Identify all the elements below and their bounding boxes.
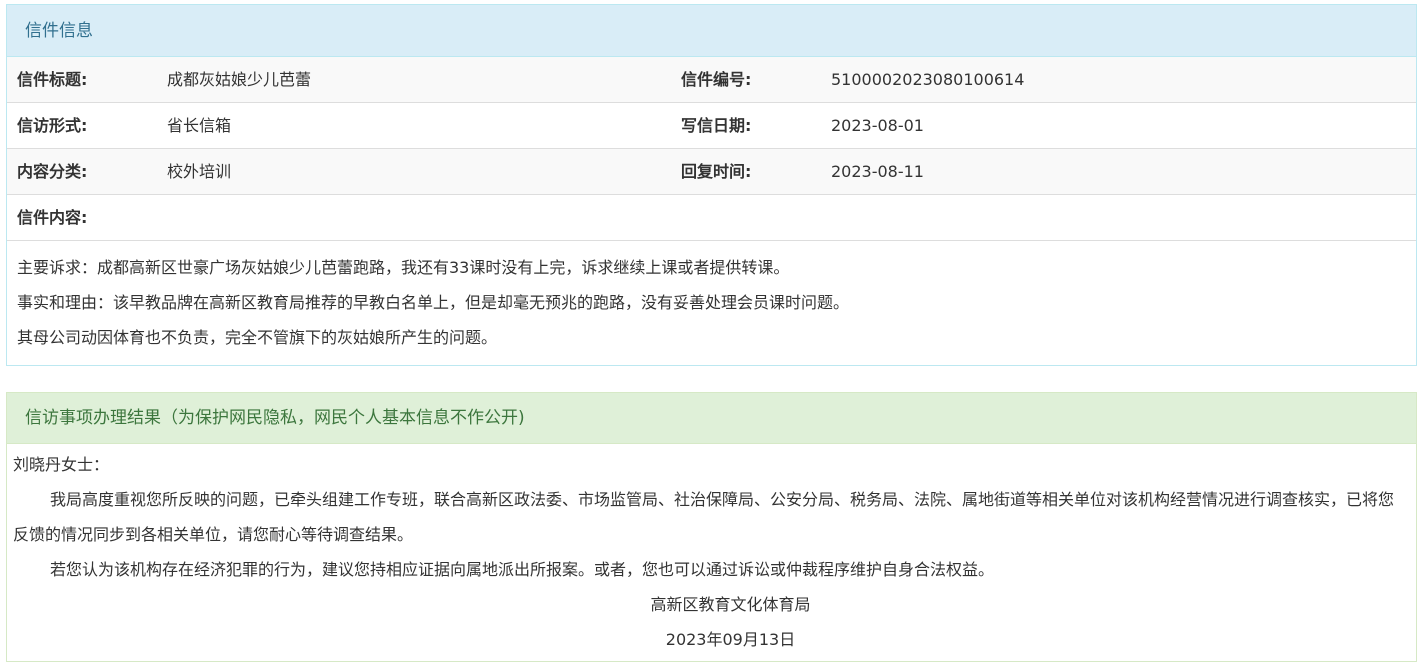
- content-line: 其母公司动因体育也不负责，完全不管旗下的灰姑娘所产生的问题。: [17, 328, 498, 347]
- letter-info-panel: 信件信息 信件标题: 成都灰姑娘少儿芭蕾 信件编号: 5100002023080…: [6, 4, 1417, 366]
- letter-content-body: 主要诉求：成都高新区世豪广场灰姑娘少儿芭蕾跑路，我还有33课时没有上完，诉求继续…: [7, 241, 1416, 355]
- table-row: 内容分类: 校外培训 回复时间: 2023-08-11: [7, 149, 1416, 195]
- table-row: 信件内容:: [7, 195, 1416, 241]
- result-panel: 信访事项办理结果（为保护网民隐私，网民个人基本信息不作公开) 刘晓丹女士： 我局…: [6, 392, 1417, 662]
- write-date-label: 写信日期:: [681, 116, 752, 135]
- reply-time-label: 回复时间:: [681, 162, 752, 181]
- content-category-label: 内容分类:: [17, 162, 88, 181]
- content-category-value: 校外培训: [167, 162, 232, 181]
- petition-form-label: 信访形式:: [17, 116, 88, 135]
- reply-time-value: 2023-08-11: [831, 162, 924, 181]
- letter-info-heading: 信件信息: [7, 5, 1416, 57]
- reply-salutation: 刘晓丹女士：: [13, 455, 110, 474]
- content-line: 主要诉求：成都高新区世豪广场灰姑娘少儿芭蕾跑路，我还有33课时没有上完，诉求继续…: [17, 258, 790, 277]
- reply-paragraph: 我局高度重视您所反映的问题，已牵头组建工作专班，联合高新区政法委、市场监管局、社…: [13, 490, 1395, 544]
- letter-content-label: 信件内容:: [17, 208, 88, 227]
- letter-number-value: 5100002023080100614: [831, 70, 1025, 89]
- petition-form-value: 省长信箱: [167, 116, 232, 135]
- reply-body: 刘晓丹女士： 我局高度重视您所反映的问题，已牵头组建工作专班，联合高新区政法委、…: [7, 444, 1416, 657]
- letter-title-label: 信件标题:: [17, 70, 88, 89]
- letter-number-label: 信件编号:: [681, 70, 752, 89]
- reply-paragraph: 若您认为该机构存在经济犯罪的行为，建议您持相应证据向属地派出所报案。或者，您也可…: [50, 560, 995, 579]
- table-row: 信件标题: 成都灰姑娘少儿芭蕾 信件编号: 510000202308010061…: [7, 57, 1416, 103]
- write-date-value: 2023-08-01: [831, 116, 924, 135]
- letter-title-value: 成都灰姑娘少儿芭蕾: [167, 70, 312, 89]
- table-row: 信访形式: 省长信箱 写信日期: 2023-08-01: [7, 103, 1416, 149]
- letter-info-table: 信件标题: 成都灰姑娘少儿芭蕾 信件编号: 510000202308010061…: [7, 57, 1416, 241]
- reply-signature: 高新区教育文化体育局: [650, 595, 811, 614]
- reply-date: 2023年09月13日: [665, 630, 796, 649]
- result-heading: 信访事项办理结果（为保护网民隐私，网民个人基本信息不作公开): [7, 393, 1416, 444]
- content-line: 事实和理由：该早教品牌在高新区教育局推荐的早教白名单上，但是却毫无预兆的跑路，没…: [17, 293, 850, 312]
